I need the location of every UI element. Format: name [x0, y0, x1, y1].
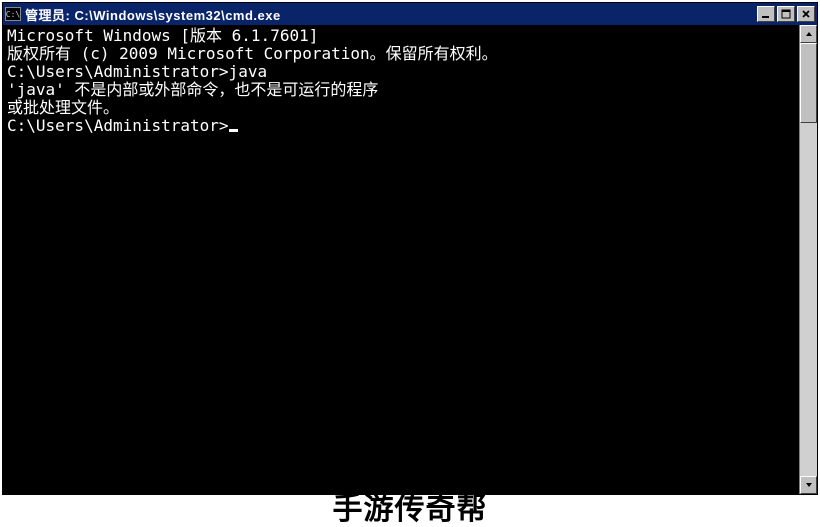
maximize-button[interactable] [777, 6, 795, 22]
vertical-scrollbar[interactable] [799, 25, 817, 494]
app-icon: C:\ [5, 7, 21, 21]
prompt-line: C:\Users\Administrator> [7, 117, 799, 135]
watermark-text: 手游传奇帮 [0, 493, 820, 527]
output-line: 或批处理文件。 [7, 99, 799, 117]
minimize-button[interactable] [757, 6, 775, 22]
output-line: C:\Users\Administrator>java [7, 63, 799, 81]
cursor-icon [229, 129, 238, 132]
output-line: 'java' 不是内部或外部命令，也不是可运行的程序 [7, 81, 799, 99]
scroll-up-button[interactable] [800, 25, 817, 43]
window-controls [757, 6, 815, 22]
output-line: Microsoft Windows [版本 6.1.7601] [7, 27, 799, 45]
close-button[interactable] [797, 6, 815, 22]
window-title: 管理员: C:\Windows\system32\cmd.exe [25, 5, 757, 24]
output-line: 版权所有 (c) 2009 Microsoft Corporation。保留所有… [7, 45, 799, 63]
terminal-area: Microsoft Windows [版本 6.1.7601]版权所有 (c) … [3, 25, 817, 494]
scroll-down-button[interactable] [800, 476, 817, 494]
cmd-window: C:\ 管理员: C:\Windows\system32\cmd.exe Mic… [2, 2, 818, 495]
scrollbar-track[interactable] [800, 43, 817, 476]
scrollbar-thumb[interactable] [800, 43, 817, 123]
titlebar[interactable]: C:\ 管理员: C:\Windows\system32\cmd.exe [3, 3, 817, 25]
terminal-output[interactable]: Microsoft Windows [版本 6.1.7601]版权所有 (c) … [3, 25, 799, 494]
